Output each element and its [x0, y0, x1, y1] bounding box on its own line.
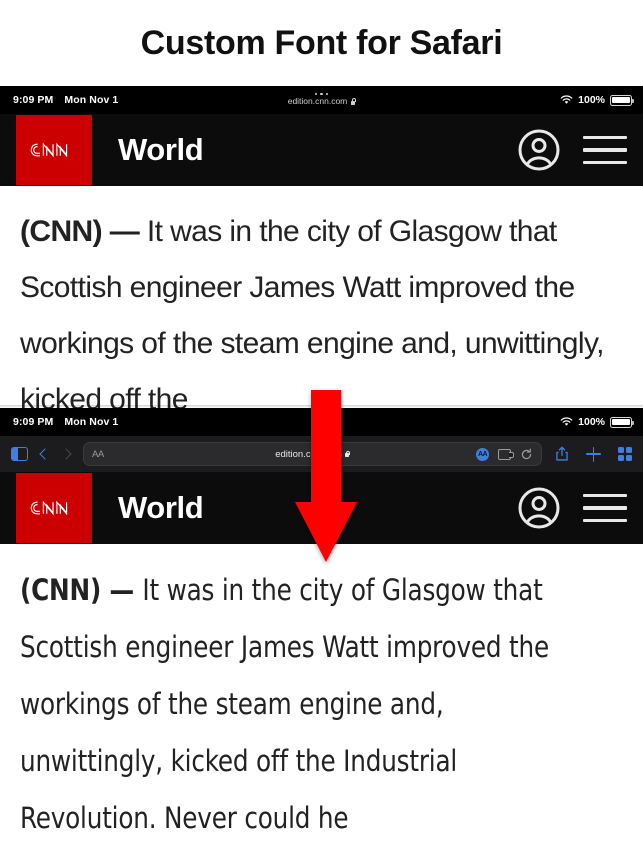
status-url-text: edition.cnn.com [287, 96, 348, 107]
article-paragraph: (CNN) — It was in the city of Glasgow th… [20, 562, 581, 847]
battery-icon [610, 416, 634, 428]
ios-status-bar-bottom: 9:09 PM Mon Nov 1 100% [0, 408, 643, 436]
battery-percent: 100% [578, 94, 605, 106]
article-text: It was in the city of Glasgow that Scott… [20, 573, 549, 835]
cnn-logo[interactable] [16, 473, 92, 543]
status-date: Mon Nov 1 [64, 94, 119, 106]
back-button[interactable] [39, 448, 51, 460]
hamburger-menu-icon[interactable] [583, 135, 627, 165]
article-lede: (CNN) — [20, 215, 147, 248]
battery-icon [610, 94, 634, 106]
status-bar-right: 100% [560, 416, 643, 428]
status-date: Mon Nov 1 [64, 416, 119, 428]
status-time: 9:09 PM [13, 416, 54, 428]
address-bar-url: edition.cnn.com [84, 449, 541, 460]
screenshot-before: 9:09 PM Mon Nov 1 edition.cnn.com 100% W… [0, 86, 643, 408]
article-body-default-font: (CNN) — It was in the city of Glasgow th… [0, 186, 643, 408]
cnn-section-title: World [118, 490, 204, 525]
article-body-custom-font: (CNN) — It was in the city of Glasgow th… [0, 544, 643, 847]
page-title: Custom Font for Safari [0, 0, 643, 86]
status-url: edition.cnn.com [288, 96, 356, 106]
cnn-site-header-top: World [0, 114, 643, 186]
cnn-logo-icon [30, 500, 68, 516]
screenshot-after: 9:09 PM Mon Nov 1 100% AA edition.cnn.co… [0, 408, 643, 858]
extensions-puzzle-icon[interactable] [498, 448, 514, 460]
hamburger-menu-icon[interactable] [583, 493, 627, 523]
ios-status-bar-top: 9:09 PM Mon Nov 1 edition.cnn.com 100% [0, 86, 643, 114]
cnn-site-header-bottom: World [0, 472, 643, 544]
account-circle-icon[interactable] [517, 128, 561, 172]
article-lede: (CNN) — [20, 573, 143, 607]
battery-percent: 100% [578, 416, 605, 428]
tab-overview-icon[interactable] [618, 447, 632, 461]
chevron-left-icon [39, 448, 51, 460]
sidebar-toggle-button[interactable] [11, 447, 28, 461]
status-bar-left: 9:09 PM Mon Nov 1 [0, 416, 118, 428]
lock-icon [345, 450, 351, 458]
sidebar-icon [11, 447, 28, 461]
article-paragraph: (CNN) — It was in the city of Glasgow th… [20, 204, 623, 408]
screenshot-page: Custom Font for Safari 9:09 PM Mon Nov 1… [0, 0, 643, 858]
cnn-logo-icon [30, 142, 68, 158]
toolbar-navigation [11, 447, 72, 461]
share-icon[interactable] [555, 446, 569, 462]
account-circle-icon[interactable] [517, 486, 561, 530]
address-bar[interactable]: AA edition.cnn.com AA [83, 442, 542, 466]
address-url-text: edition.cnn.com [275, 448, 342, 460]
wifi-icon [560, 417, 573, 426]
forward-button[interactable] [60, 448, 72, 460]
status-time: 9:09 PM [13, 94, 54, 106]
more-dots-icon [314, 92, 329, 96]
new-tab-button[interactable] [586, 446, 601, 462]
wifi-icon [560, 95, 573, 104]
cnn-logo[interactable] [16, 115, 92, 185]
cnn-header-actions [517, 486, 627, 530]
safari-toolbar: AA edition.cnn.com AA [0, 436, 643, 472]
status-bar-left: 9:09 PM Mon Nov 1 [0, 94, 118, 106]
toolbar-right-actions [555, 446, 632, 462]
lock-icon [350, 98, 356, 105]
chevron-right-icon [60, 448, 72, 460]
cnn-section-title: World [118, 132, 204, 167]
status-bar-right: 100% [560, 94, 643, 106]
cnn-header-actions [517, 128, 627, 172]
